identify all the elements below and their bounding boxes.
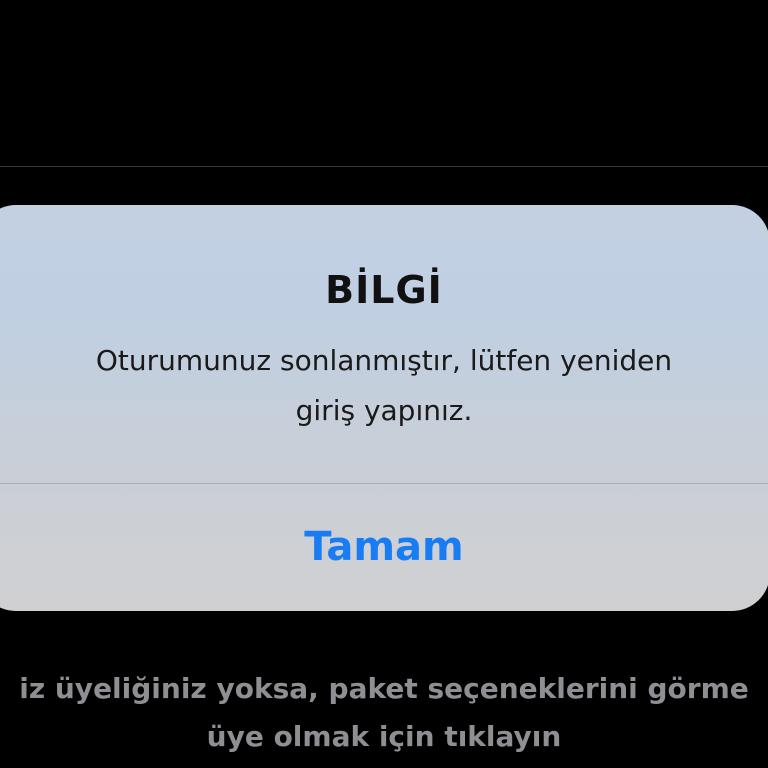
membership-info-text: iz üyeliğiniz yoksa, paket seçeneklerini…: [19, 672, 749, 705]
header-divider: [0, 166, 768, 167]
alert-message: Oturumunuz sonlanmıştır, lütfen yeniden …: [95, 344, 673, 427]
ok-button[interactable]: Tamam: [0, 484, 768, 611]
become-member-link[interactable]: üye olmak için tıklayın: [0, 720, 768, 753]
alert-title: BİLGİ: [325, 268, 443, 312]
